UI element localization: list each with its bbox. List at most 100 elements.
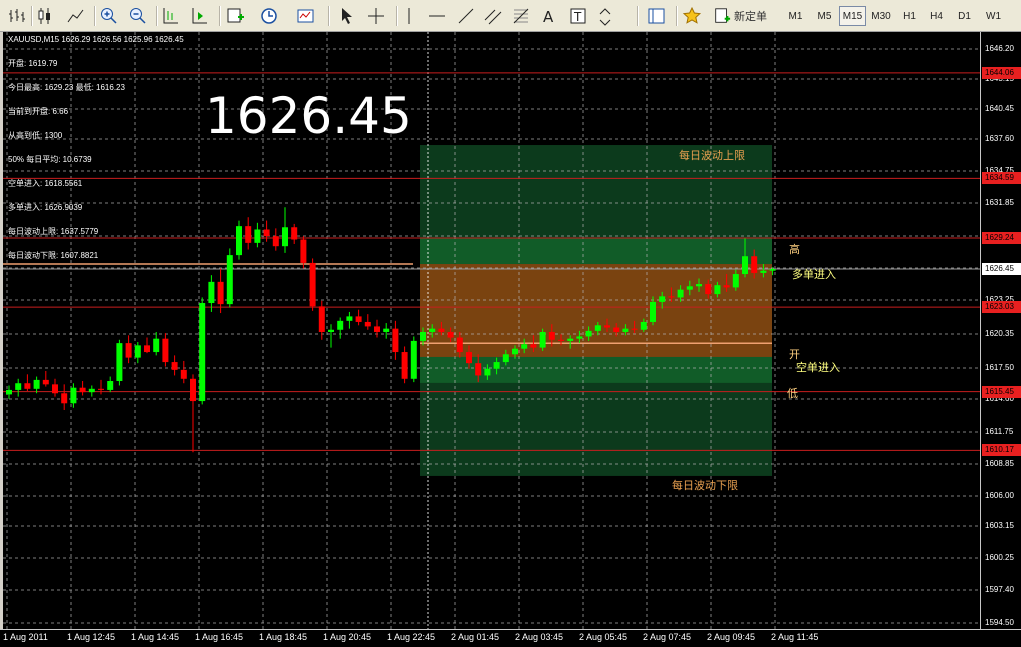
cursor-icon[interactable] — [336, 5, 358, 27]
arrows-icon[interactable] — [596, 5, 618, 27]
time-tick-label: 2 Aug 05:45 — [579, 632, 628, 642]
zoom-out-icon[interactable] — [127, 5, 149, 27]
price-chart[interactable]: XAUUSD,M15 1626.29 1626.56 1625.96 1626.… — [3, 32, 980, 629]
navigator-icon[interactable] — [646, 5, 668, 27]
candle — [162, 333, 169, 367]
price-tag: 1615.45 — [982, 385, 1021, 398]
price-tick-label: 1603.15 — [985, 521, 1014, 530]
time-tick-label: 1 Aug 22:45 — [387, 632, 436, 642]
toolbar-separator — [94, 6, 96, 26]
toolbar-separator — [156, 6, 158, 26]
candle — [199, 297, 206, 405]
candle-body — [622, 328, 629, 332]
timeframe-d1[interactable]: D1 — [951, 6, 978, 26]
candle — [309, 258, 316, 311]
candle-body — [456, 337, 463, 353]
candle-body — [668, 296, 675, 298]
new-order-icon — [715, 8, 731, 23]
candle-body — [484, 368, 491, 376]
candle-body — [723, 285, 730, 288]
price-tick-label: 1608.85 — [985, 459, 1014, 468]
candle-body — [714, 285, 721, 295]
line-chart-icon[interactable] — [65, 5, 87, 27]
vertical-line-icon[interactable] — [398, 5, 420, 27]
level-label-long: 多单进入 — [792, 268, 836, 281]
toolbar-separator — [676, 6, 678, 26]
candle-body — [576, 336, 583, 339]
toolbar-separator — [328, 6, 330, 26]
info-line: 今日最高: 1629.23 最低: 1616.23 — [8, 83, 125, 92]
horizontal-line-icon[interactable] — [426, 5, 448, 27]
crosshair-icon[interactable] — [365, 5, 387, 27]
timeframe-w1[interactable]: W1 — [980, 6, 1007, 26]
chart-canvas — [3, 32, 980, 629]
candle — [61, 384, 68, 410]
candle — [272, 228, 279, 251]
candle-body — [42, 379, 49, 385]
candle-body — [263, 229, 270, 237]
candle-body — [558, 339, 564, 341]
candlestick-icon[interactable] — [35, 5, 57, 27]
price-tag: 1610.17 — [982, 444, 1021, 457]
timeframe-m30[interactable]: M30 — [866, 6, 896, 26]
candle-body — [254, 229, 261, 243]
timeframe-h4[interactable]: H4 — [923, 6, 950, 26]
candle-body — [447, 331, 454, 338]
chart-header: XAUUSD,M15 1626.29 1626.56 1625.96 1626.… — [8, 35, 184, 44]
autoscroll-icon[interactable] — [189, 5, 211, 27]
candle — [364, 314, 371, 330]
candle-body — [521, 344, 528, 349]
candle-body — [751, 256, 758, 273]
candle-body — [291, 227, 298, 240]
zoom-in-icon[interactable] — [98, 5, 120, 27]
toolbar-separator — [219, 6, 221, 26]
timeframe-m1[interactable]: M1 — [782, 6, 809, 26]
candle-body — [300, 239, 307, 263]
info-line: 50% 每日平均: 10.6739 — [8, 155, 92, 164]
candle — [282, 207, 288, 253]
candle-body — [125, 343, 132, 358]
candle-body — [659, 296, 666, 302]
fibonacci-icon[interactable] — [510, 5, 532, 27]
candle-body — [548, 331, 555, 340]
candle-body — [236, 226, 242, 256]
price-tag: 1629.24 — [982, 231, 1021, 244]
candle — [79, 381, 86, 396]
candle — [291, 223, 298, 244]
candle — [346, 311, 353, 329]
timeframe-m15[interactable]: M15 — [839, 6, 866, 26]
new-order-button[interactable]: 新定单 — [707, 5, 773, 27]
candle-body — [346, 316, 353, 321]
candle-body — [144, 345, 150, 353]
favorites-icon[interactable] — [681, 5, 703, 27]
candle-body — [162, 338, 169, 363]
bar-chart-icon[interactable] — [6, 5, 28, 27]
candle-body — [429, 328, 436, 332]
candle-body — [732, 274, 739, 288]
candle-body — [410, 340, 417, 379]
periods-icon[interactable] — [259, 5, 281, 27]
timeframe-m5[interactable]: M5 — [811, 6, 838, 26]
price-axis[interactable]: 1646.201643.151640.451637.601634.751631.… — [980, 32, 1021, 629]
candle — [125, 335, 132, 364]
price-tick-label: 1640.45 — [985, 104, 1014, 113]
text-label-icon[interactable]: T — [567, 5, 589, 27]
candle — [217, 268, 224, 314]
time-axis[interactable]: 1 Aug 2011 1 Aug 12:45 1 Aug 14:45 1 Aug 16… — [0, 629, 1021, 647]
toolbar: A T 新定单 M1 M5 M15 M30 H1 H4 D1 W1 — [0, 0, 1021, 32]
candle-body — [70, 387, 77, 404]
candle — [245, 217, 252, 250]
candle-body — [677, 289, 684, 298]
templates-icon[interactable] — [295, 5, 317, 27]
candle-body — [52, 384, 58, 394]
info-line: 多单进入: 1626.9039 — [8, 203, 83, 212]
price-tag: 1644.06 — [982, 66, 1021, 79]
text-icon[interactable]: A — [538, 5, 560, 27]
time-tick-label: 1 Aug 2011 — [3, 632, 48, 642]
equidistant-channel-icon[interactable] — [482, 5, 504, 27]
candle — [410, 336, 417, 383]
timeframe-h1[interactable]: H1 — [896, 6, 923, 26]
trendline-icon[interactable] — [455, 5, 477, 27]
chart-shift-icon[interactable] — [160, 5, 182, 27]
indicators-icon[interactable] — [225, 5, 247, 27]
